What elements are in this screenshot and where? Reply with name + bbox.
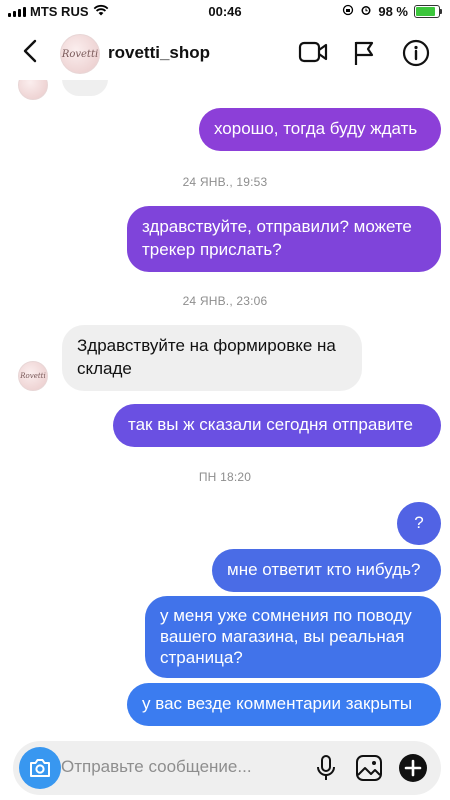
message-input[interactable]: Отправьте сообщение... (61, 757, 252, 777)
camera-button[interactable] (19, 747, 61, 789)
status-bar: MTS RUS 00:46 98 % (0, 0, 450, 24)
message-timestamp: 24 ЯНВ., 19:53 (182, 175, 268, 189)
camera-icon (30, 759, 50, 777)
sender-avatar: Rovetti (18, 361, 48, 391)
info-icon (402, 39, 430, 67)
avatar-logo-text: Rovetti (61, 48, 99, 60)
plus-circle-icon (399, 754, 427, 782)
alarm-icon (360, 4, 372, 19)
avatar-logo-text: Rovetti (20, 372, 46, 380)
report-button[interactable] (352, 39, 376, 72)
voice-message-button[interactable] (315, 754, 337, 787)
message-bubble-outgoing[interactable]: так вы ж сказали сегодня отправите (113, 404, 441, 447)
message-bubble-outgoing[interactable]: хорошо, тогда буду ждать (199, 108, 441, 151)
orientation-lock-icon (342, 4, 354, 19)
profile-avatar[interactable]: Rovetti (60, 34, 100, 74)
microphone-icon (317, 755, 335, 780)
video-camera-icon (298, 41, 328, 63)
message-timestamp: 24 ЯНВ., 23:06 (182, 294, 268, 308)
video-call-button[interactable] (298, 39, 328, 70)
info-button[interactable] (402, 39, 430, 72)
battery-icon (414, 5, 442, 18)
message-timestamp: ПН 18:20 (198, 470, 252, 484)
gallery-button[interactable] (355, 754, 383, 787)
chat-username[interactable]: rovetti_shop (108, 43, 210, 63)
battery-percent: 98 % (378, 4, 408, 19)
more-actions-button[interactable] (398, 753, 428, 788)
message-bubble-incoming[interactable]: Здравствуйте на формировке на складе (62, 325, 362, 391)
chat-header: Rovetti rovetti_shop (0, 24, 450, 80)
flag-icon (354, 41, 374, 65)
image-icon (356, 755, 382, 781)
message-composer: Отправьте сообщение... (13, 741, 441, 795)
back-button[interactable] (16, 36, 46, 66)
message-bubble-outgoing[interactable]: здравствуйте, отправили? можете трекер п… (127, 206, 441, 272)
chevron-left-icon (23, 39, 37, 63)
message-bubble-outgoing[interactable]: у вас везде комментарии закрыты (127, 683, 441, 726)
message-bubble-outgoing[interactable]: ? (397, 502, 441, 545)
message-bubble-outgoing[interactable]: у меня уже сомнения по поводу вашего маг… (145, 596, 441, 678)
message-bubble-outgoing[interactable]: мне ответит кто нибудь? (212, 549, 441, 592)
